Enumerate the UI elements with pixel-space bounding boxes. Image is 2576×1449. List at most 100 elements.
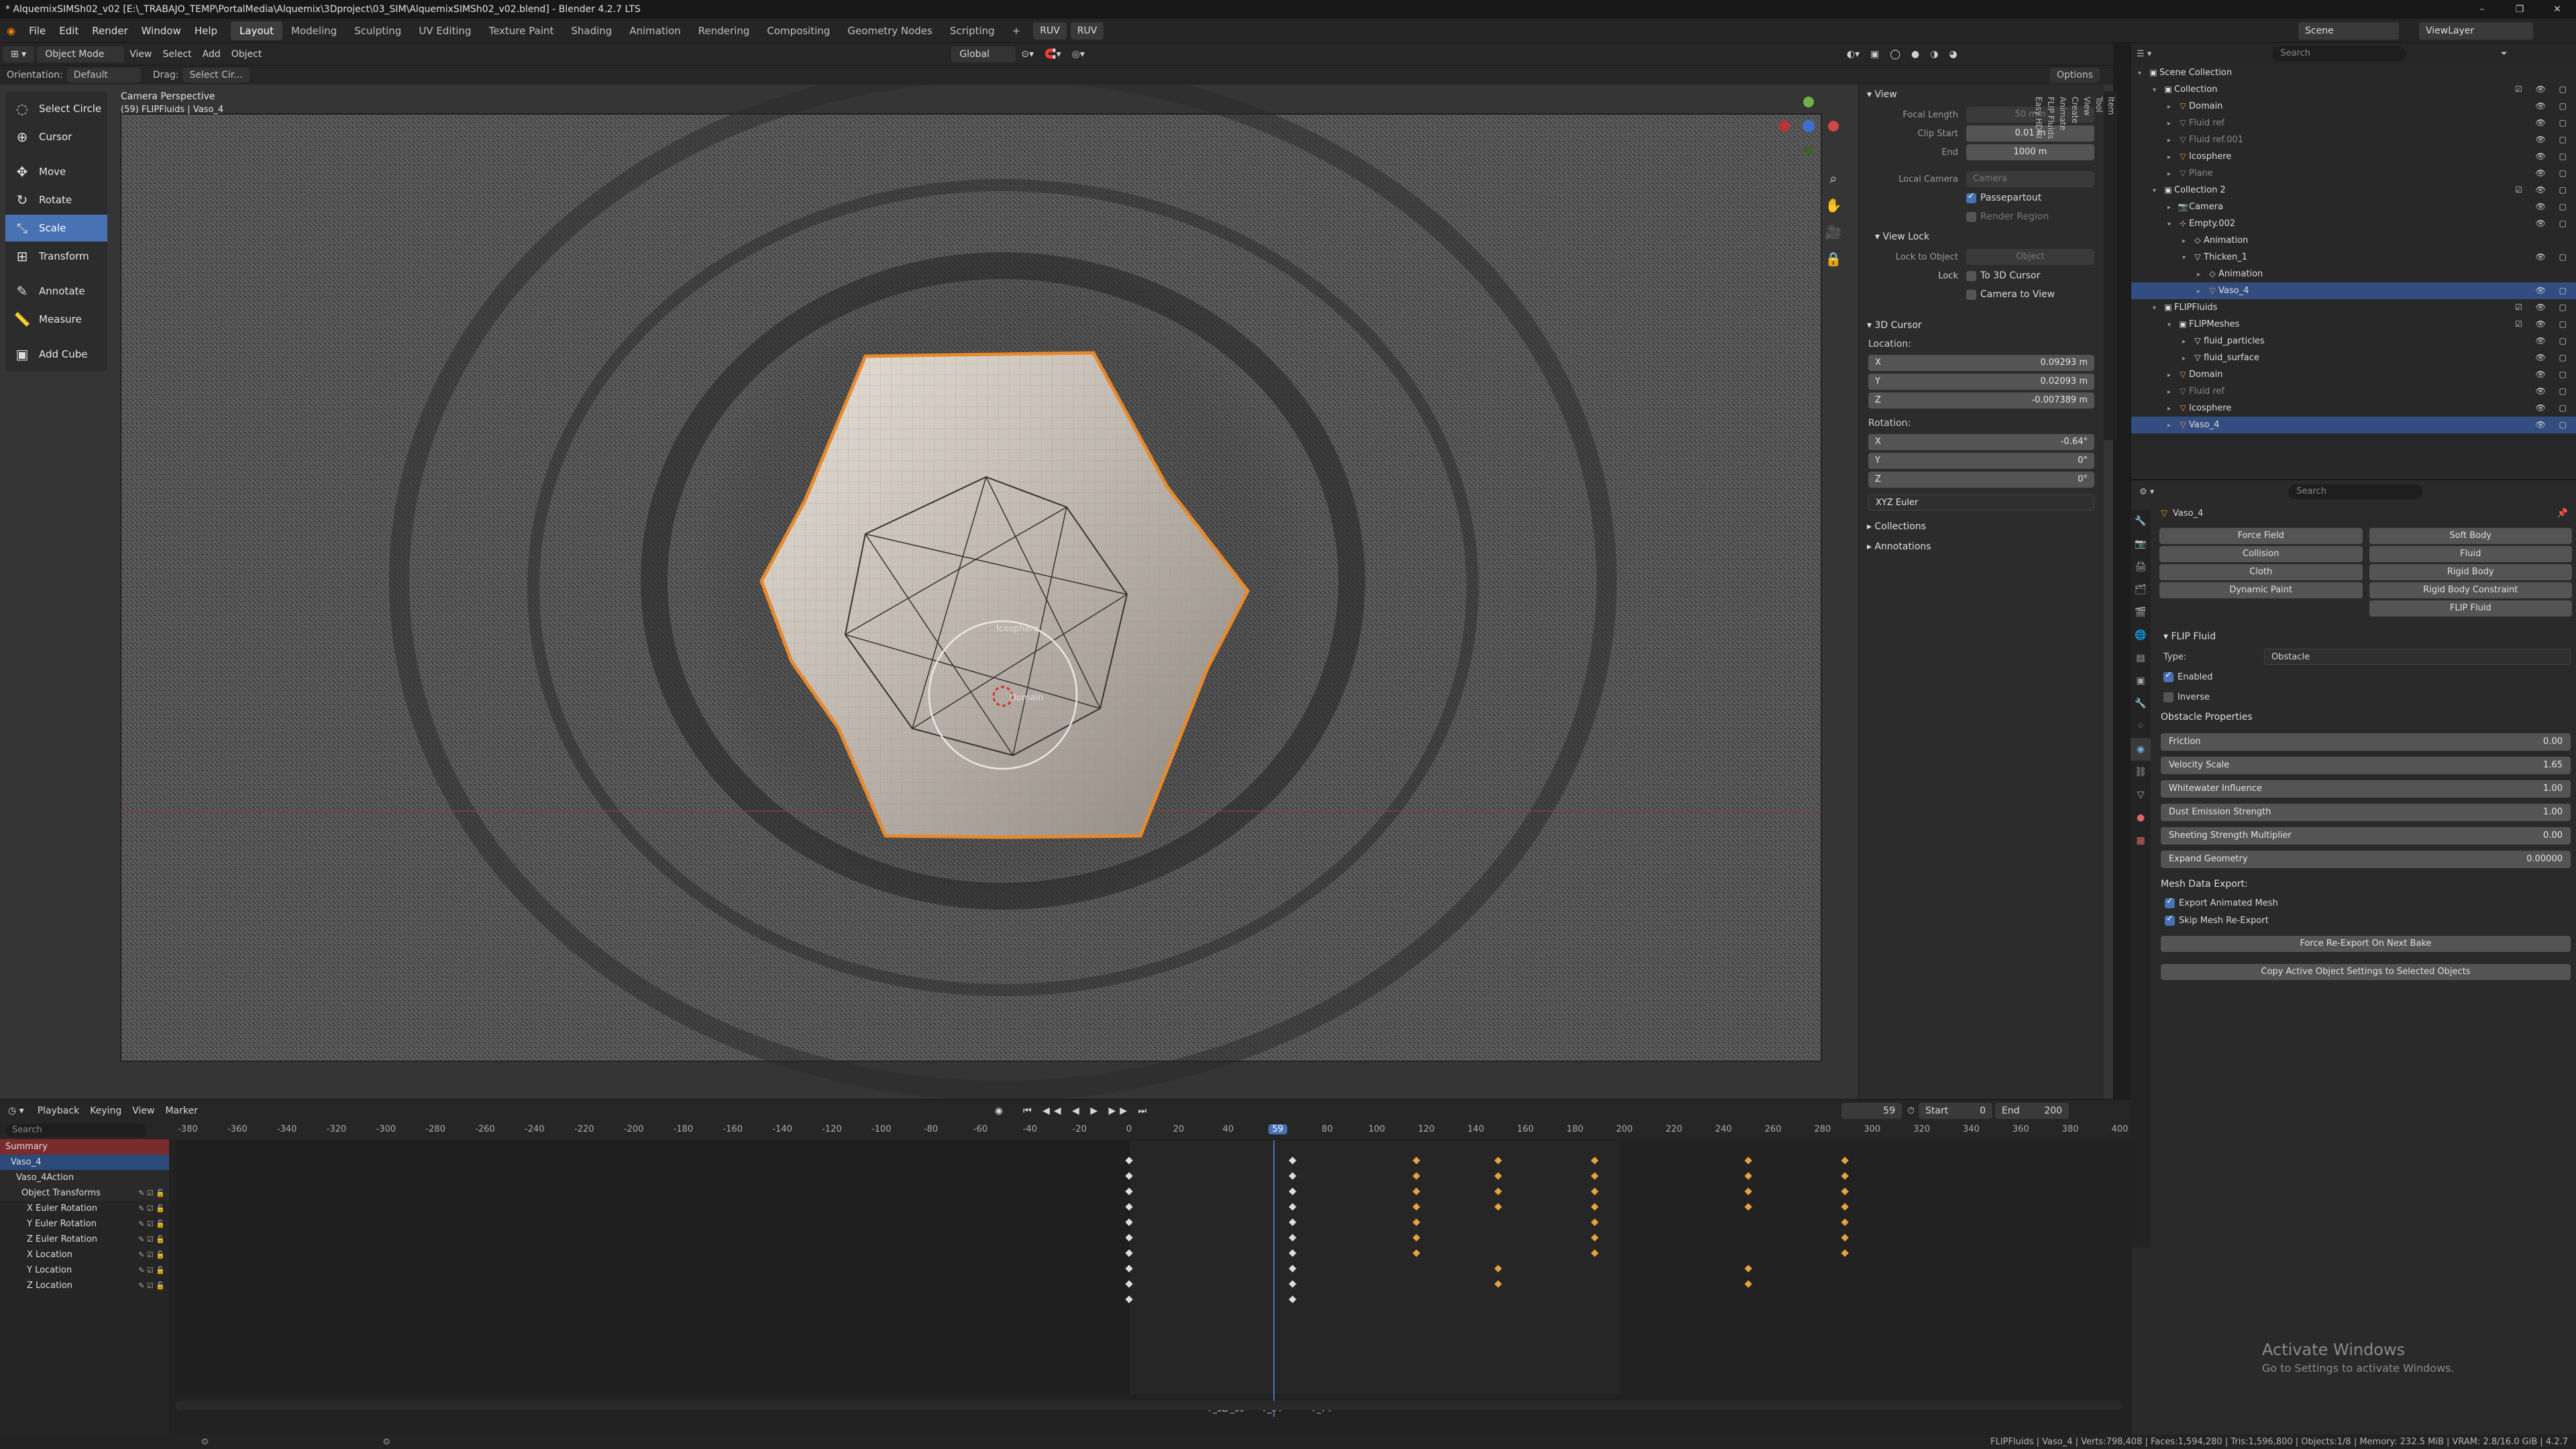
collection-tab-icon[interactable]: ▤ (2131, 647, 2151, 669)
mode-selector[interactable]: Object Mode (37, 46, 125, 62)
slider-velocity-scale[interactable]: Velocity Scale 1.65 (2161, 757, 2571, 774)
visibility-toggles[interactable]: 👁 ▢ (2536, 98, 2572, 115)
auto-key-icon[interactable]: ◉ (995, 1106, 1003, 1116)
outliner-row[interactable]: ▾ ▣ Collection ☑ 👁 ▢ (2131, 81, 2576, 98)
start-frame-field[interactable]: Start 0 (1919, 1103, 1993, 1119)
visibility-toggles[interactable]: 👁 ▢ (2536, 383, 2572, 400)
sidebar-tab-view[interactable]: View (2081, 91, 2093, 440)
slider-dust-emission-strength[interactable]: Dust Emission Strength 1.00 (2161, 804, 2571, 821)
collections-section-header[interactable]: ▸ Collections (1859, 517, 2104, 537)
visibility-toggles[interactable]: ☑ 👁 ▢ (2515, 316, 2572, 333)
channel-x-location[interactable]: X Location ✎ ☑ 🔓 (0, 1247, 169, 1263)
view-layer-tab-icon[interactable]: 🗂 (2131, 578, 2151, 601)
visibility-toggles[interactable]: 👁 ▢ (2536, 115, 2572, 131)
slider-friction[interactable]: Friction 0.00 (2161, 733, 2571, 751)
disclosure-icon[interactable]: ▾ (2138, 65, 2147, 82)
disclosure-icon[interactable]: ▸ (2167, 400, 2177, 417)
channel-summary[interactable]: Summary (0, 1139, 169, 1155)
workspace-tab-animation[interactable]: Animation (621, 21, 689, 40)
pivot-icon[interactable]: ⊙▾ (1016, 49, 1039, 60)
tool-measure[interactable]: 📏 Measure (5, 306, 107, 333)
menu-file[interactable]: File (22, 19, 52, 43)
disclosure-icon[interactable]: ▸ (2197, 266, 2206, 283)
flip-type-dropdown[interactable]: Obstacle (2264, 649, 2571, 665)
channel-mute-lock-icons[interactable]: ✎ ☑ 🔓 (138, 1263, 165, 1278)
flip-fluid-section-header[interactable]: ▾ FLIP Fluid (2155, 627, 2576, 647)
disclosure-icon[interactable]: ▸ (2167, 115, 2177, 132)
output-tab-icon[interactable]: 🖨 (2131, 555, 2151, 578)
tool-cursor[interactable]: ⊕ Cursor (5, 123, 107, 150)
physics-tab-icon[interactable]: ◉ (2131, 738, 2151, 761)
shading-solid-icon[interactable]: ● (1906, 49, 1925, 60)
select-menu[interactable]: Select (157, 49, 197, 60)
viewlayer-selector[interactable]: ViewLayer (2419, 22, 2533, 40)
keyframe[interactable] (1841, 1172, 1849, 1180)
outliner-row[interactable]: ▸ ▽ Domain 👁 ▢ (2131, 98, 2576, 115)
disclosure-icon[interactable]: ▸ (2182, 233, 2192, 250)
channel-search-input[interactable]: Search (5, 1124, 146, 1137)
keyframe[interactable] (1744, 1265, 1752, 1273)
keyframe[interactable] (1841, 1249, 1849, 1257)
outliner-row[interactable]: ▸ ▽ Domain 👁 ▢ (2131, 366, 2576, 383)
pin-icon[interactable]: 📌 (2557, 508, 2568, 519)
channel-object-transforms[interactable]: Object Transforms ✎ ☑ 🔓 (0, 1185, 169, 1201)
physics-button-rigid-body[interactable]: Rigid Body (2369, 564, 2572, 580)
dopesheet[interactable]: F_32F_39F_54F_74 (0, 1100, 2131, 1434)
visibility-toggles[interactable]: ☑ 👁 ▢ (2515, 182, 2572, 199)
channel-mute-lock-icons[interactable]: ✎ ☑ 🔓 (138, 1278, 165, 1293)
keyframe[interactable] (1841, 1203, 1849, 1211)
outliner-row[interactable]: ▸ ▽ fluid_particles 👁 ▢ (2131, 333, 2576, 350)
keyframe[interactable] (1744, 1157, 1752, 1165)
physics-button-soft-body[interactable]: Soft Body (2369, 528, 2572, 544)
minimize-button[interactable]: – (2463, 0, 2501, 19)
disclosure-icon[interactable]: ▾ (2153, 82, 2162, 99)
visibility-toggles[interactable]: 👁 ▢ (2536, 131, 2572, 148)
outliner-row[interactable]: ▸ ◇ Animation (2131, 232, 2576, 249)
visibility-toggles[interactable]: ☑ 👁 ▢ (2515, 299, 2572, 316)
physics-button-rigid-body-constraint[interactable]: Rigid Body Constraint (2369, 582, 2572, 598)
channel-z-euler-rotation[interactable]: Z Euler Rotation ✎ ☑ 🔓 (0, 1232, 169, 1247)
outliner-row[interactable]: ▸ ▽ Icosphere 👁 ▢ (2131, 400, 2576, 417)
disclosure-icon[interactable]: ▸ (2167, 149, 2177, 166)
workspace-tab-layout[interactable]: Layout (231, 21, 283, 40)
outliner-editor-icon[interactable]: ☰ ▾ (2137, 49, 2151, 59)
scene-tab-icon[interactable]: 🎬 (2131, 601, 2151, 624)
filter-icon[interactable]: ⏷ (2500, 49, 2507, 59)
visibility-toggles[interactable]: 👁 ▢ (2536, 350, 2572, 366)
timeline-view-menu[interactable]: View (127, 1106, 160, 1116)
add-menu[interactable]: Add (197, 49, 226, 60)
gizmo-z-axis[interactable] (1803, 120, 1815, 132)
channel-mute-lock-icons[interactable]: ✎ ☑ 🔓 (138, 1232, 165, 1247)
viewport-overlays-icon[interactable]: ◐▾ (1841, 49, 1865, 60)
flip-inverse-checkbox[interactable] (2163, 692, 2174, 702)
outliner-row[interactable]: ▸ ▽ Fluid ref 👁 ▢ (2131, 115, 2576, 131)
disclosure-icon[interactable]: ▸ (2167, 417, 2177, 434)
ruv-button-2[interactable]: RUV (1070, 21, 1104, 40)
orientation-dropdown[interactable]: Default (66, 68, 141, 83)
workspace-tab-sculpting[interactable]: Sculpting (345, 21, 410, 40)
keying-menu[interactable]: Keying (85, 1106, 127, 1116)
channel-mute-lock-icons[interactable]: ✎ ☑ 🔓 (138, 1185, 165, 1201)
gizmo-x-neg[interactable] (1779, 121, 1790, 131)
properties-search[interactable]: Search (2288, 484, 2423, 499)
sidebar-tab-item[interactable]: Item (2105, 91, 2117, 440)
workspace-tab-texture-paint[interactable]: Texture Paint (480, 21, 563, 40)
workspace-tab-compositing[interactable]: Compositing (758, 21, 839, 40)
disclosure-icon[interactable]: ▸ (2167, 132, 2177, 149)
physics-button-flip-fluid[interactable]: FLIP Fluid (2369, 600, 2572, 616)
physics-button-fluid[interactable]: Fluid (2369, 546, 2572, 562)
channel-y-euler-rotation[interactable]: Y Euler Rotation ✎ ☑ 🔓 (0, 1216, 169, 1232)
keyframe[interactable] (1841, 1218, 1849, 1226)
outliner-row[interactable]: ▸ 📷 Camera 👁 ▢ (2131, 199, 2576, 215)
workspace-tab-geometry-nodes[interactable]: Geometry Nodes (839, 21, 941, 40)
physics-button-force-field[interactable]: Force Field (2159, 528, 2363, 544)
particles-tab-icon[interactable]: ⁘ (2131, 715, 2151, 738)
keyframe[interactable] (1744, 1172, 1752, 1180)
to-3d-cursor-checkbox[interactable] (1966, 270, 1976, 281)
tool-annotate[interactable]: ✎ Annotate (5, 278, 107, 305)
channel-z-location[interactable]: Z Location ✎ ☑ 🔓 (0, 1278, 169, 1293)
disclosure-icon[interactable]: ▾ (2153, 300, 2162, 317)
keyframe[interactable] (1841, 1187, 1849, 1195)
keyframe[interactable] (1841, 1157, 1849, 1165)
flip-enabled-checkbox[interactable] (2163, 670, 2174, 682)
